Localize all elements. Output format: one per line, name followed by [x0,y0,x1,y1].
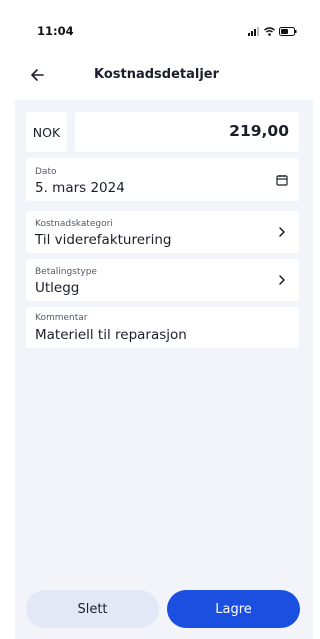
status-bar: 11:04 [0,0,313,62]
app-header: Kostnadsdetaljer [0,62,313,100]
page-title: Kostnadsdetaljer [93,67,220,82]
date-label: Dato [35,167,57,177]
comment-value: Materiell til reparasjon [35,327,187,343]
currency-field[interactable]: NOK [26,112,67,152]
category-label: Kostnadskategori [35,219,113,229]
date-field[interactable]: Dato 5. mars 2024 [26,158,299,201]
category-value: Til viderefakturering [35,232,172,248]
amount-field[interactable]: 219,00 [75,112,299,152]
save-button-label: Lagre [215,601,252,617]
save-button[interactable]: Lagre [167,590,300,628]
delete-button[interactable]: Slett [26,590,159,628]
comment-label: Kommentar [35,313,88,323]
payment-type-field[interactable]: Betalingstype Utlegg [26,259,299,301]
currency-label: NOK [32,124,61,140]
calendar-icon[interactable] [276,174,288,186]
amount-value: 219,00 [229,122,289,140]
payment-type-value: Utlegg [35,280,80,296]
battery-icon [279,26,297,36]
payment-type-label: Betalingstype [35,267,97,277]
details-panel: NOK 219,00 Dato 5. mars 2024 Kostnadskat… [15,100,313,639]
chevron-right-icon [279,227,285,237]
status-icons [248,25,297,37]
wifi-icon [264,26,275,36]
chevron-right-icon [279,275,285,285]
category-field[interactable]: Kostnadskategori Til viderefakturering [26,211,299,253]
status-time: 11:04 [37,24,74,38]
delete-button-label: Slett [77,601,108,617]
signal-icon [248,26,259,36]
date-value: 5. mars 2024 [35,180,125,196]
comment-field[interactable]: Kommentar Materiell til reparasjon [26,307,299,348]
